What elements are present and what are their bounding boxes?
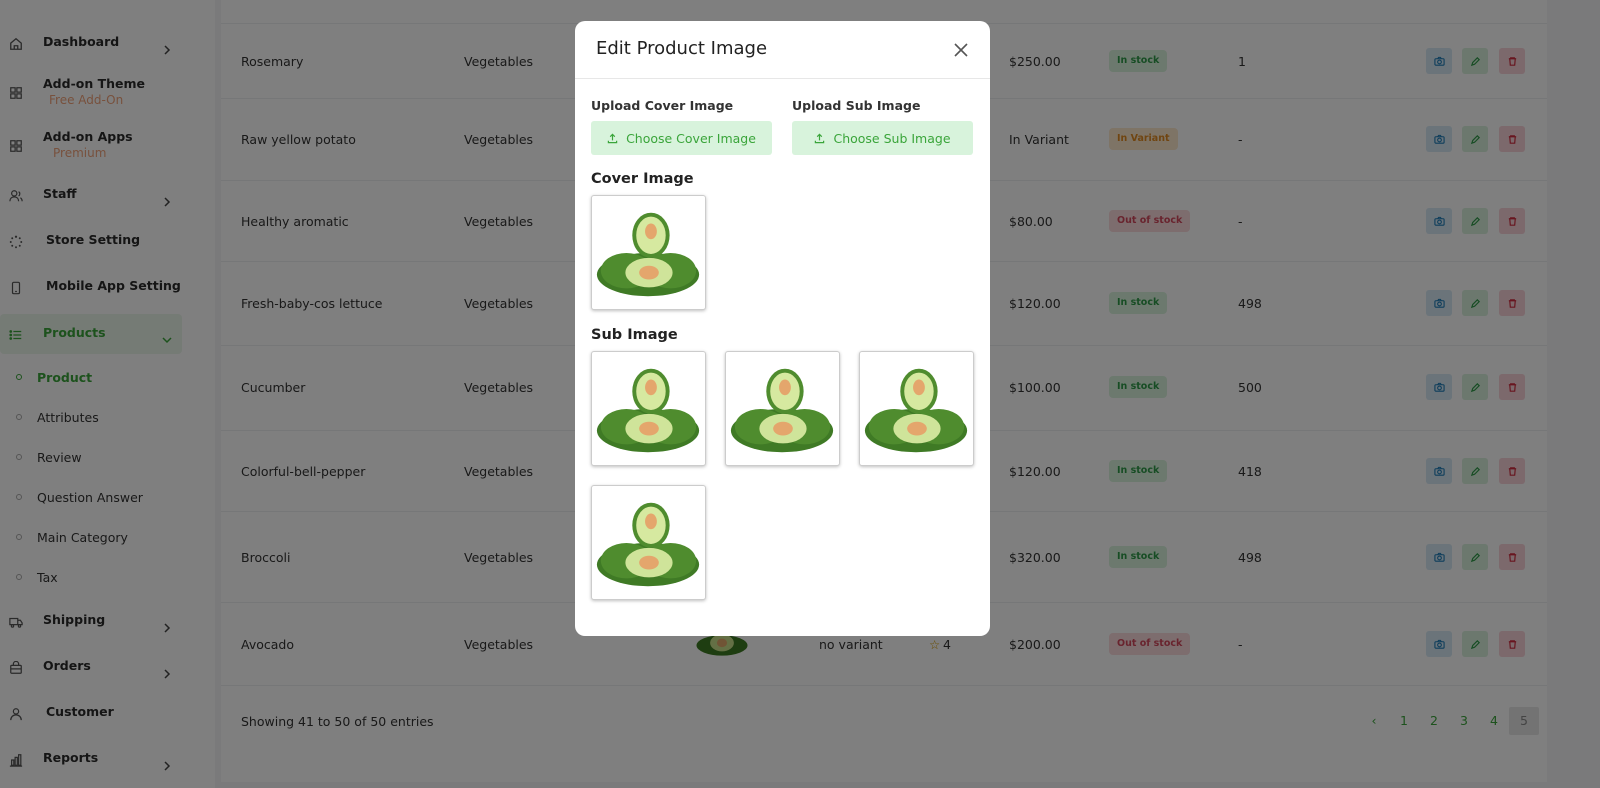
upload-icon	[607, 133, 618, 143]
sub-image-thumbnail[interactable]	[591, 485, 706, 600]
edit-product-image-modal: Edit Product Image Upload Cover Image Up…	[575, 21, 990, 636]
cover-image-thumbnail[interactable]	[591, 195, 706, 310]
sub-image-thumbnail[interactable]	[591, 351, 706, 466]
choose-sub-image-button[interactable]: Choose Sub Image	[792, 121, 973, 155]
close-button[interactable]	[952, 41, 970, 59]
choose-cover-image-button[interactable]: Choose Cover Image	[591, 121, 772, 155]
avocado-image	[596, 502, 700, 587]
avocado-image	[864, 368, 968, 453]
choose-sub-label: Choose Sub Image	[833, 130, 951, 146]
sub-image-thumbnail[interactable]	[725, 351, 840, 466]
modal-title: Edit Product Image	[596, 38, 768, 59]
cover-image-heading: Cover Image	[591, 171, 694, 187]
choose-cover-label: Choose Cover Image	[626, 130, 756, 146]
avocado-image	[596, 368, 700, 453]
modal-header: Edit Product Image	[575, 21, 990, 79]
avocado-image	[596, 212, 700, 297]
upload-cover-label: Upload Cover Image	[591, 98, 734, 113]
sub-image-heading: Sub Image	[591, 327, 678, 343]
upload-sub-label: Upload Sub Image	[792, 98, 921, 113]
avocado-image	[730, 368, 834, 453]
upload-icon	[815, 133, 825, 143]
close-icon	[954, 43, 968, 57]
sub-image-thumbnail[interactable]	[859, 351, 974, 466]
